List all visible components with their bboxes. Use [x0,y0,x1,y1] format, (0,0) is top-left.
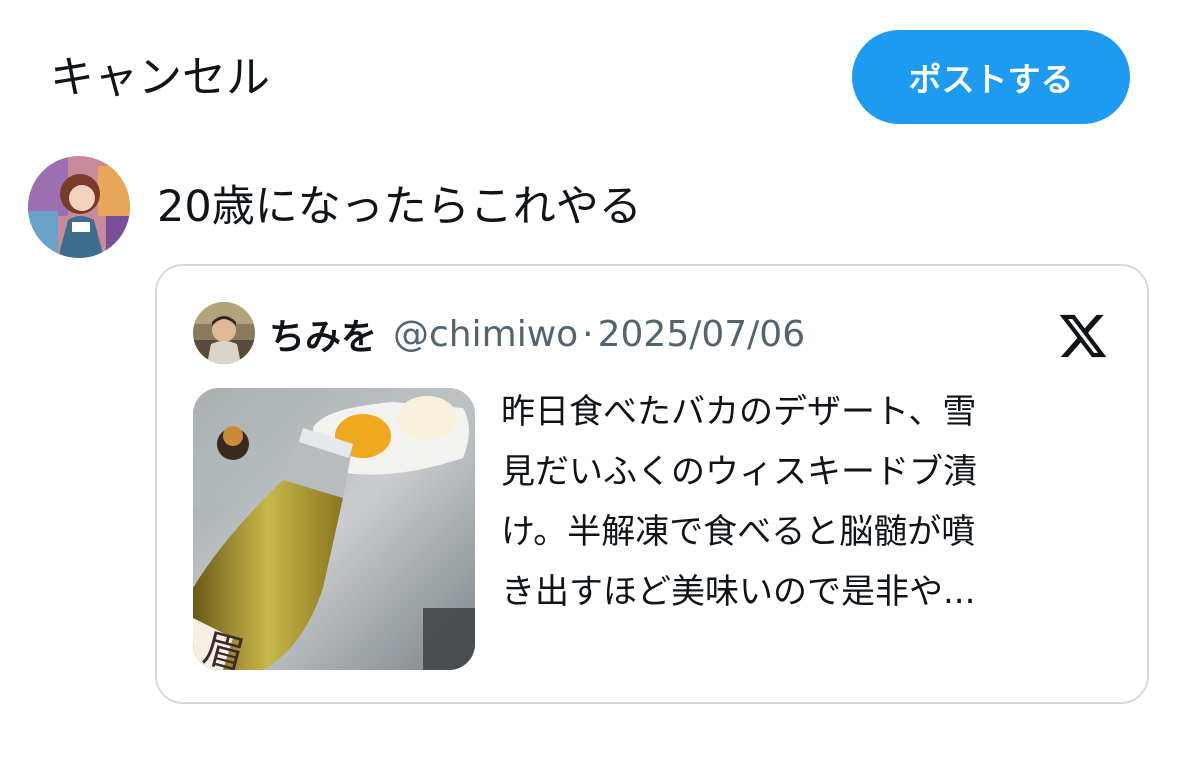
quoted-text-line: き出すほど美味いので是非や... [501,572,976,612]
quoted-author-avatar[interactable] [193,302,255,364]
compose-text[interactable]: 20歳になったらこれやる [157,176,642,238]
quoted-post-text: 昨日食べたバカのデザート、雪 見だいふくのウィスキードブ漬 け。半解凍で食べると… [501,382,1111,622]
quoted-post-card[interactable]: ちみを @chimiwo · 2025/07/06 眉 昨日食べたバカのデザート… [155,264,1149,704]
cancel-button[interactable]: キャンセル [50,46,270,110]
quoted-post-header: ちみを @chimiwo · 2025/07/06 [269,304,805,364]
user-avatar[interactable] [28,156,130,258]
quoted-text-line: 見だいふくのウィスキードブ漬 [501,452,977,492]
quoted-author-handle[interactable]: @chimiwo [393,314,578,355]
quoted-author-name[interactable]: ちみを [269,308,377,360]
quoted-post-date: 2025/07/06 [597,313,806,355]
quoted-text-line: け。半解凍で食べると脳髄が噴 [501,512,976,552]
x-logo-icon [1057,310,1109,362]
post-button[interactable]: ポストする [852,30,1130,124]
quoted-post-image[interactable]: 眉 [193,388,475,670]
meta-separator: · [582,313,594,355]
quoted-text-line: 昨日食べたバカのデザート、雪 [501,392,977,432]
compose-screen: キャンセル ポストする 20歳になったらこれやる ちみを @chimiwo · … [0,0,1179,766]
